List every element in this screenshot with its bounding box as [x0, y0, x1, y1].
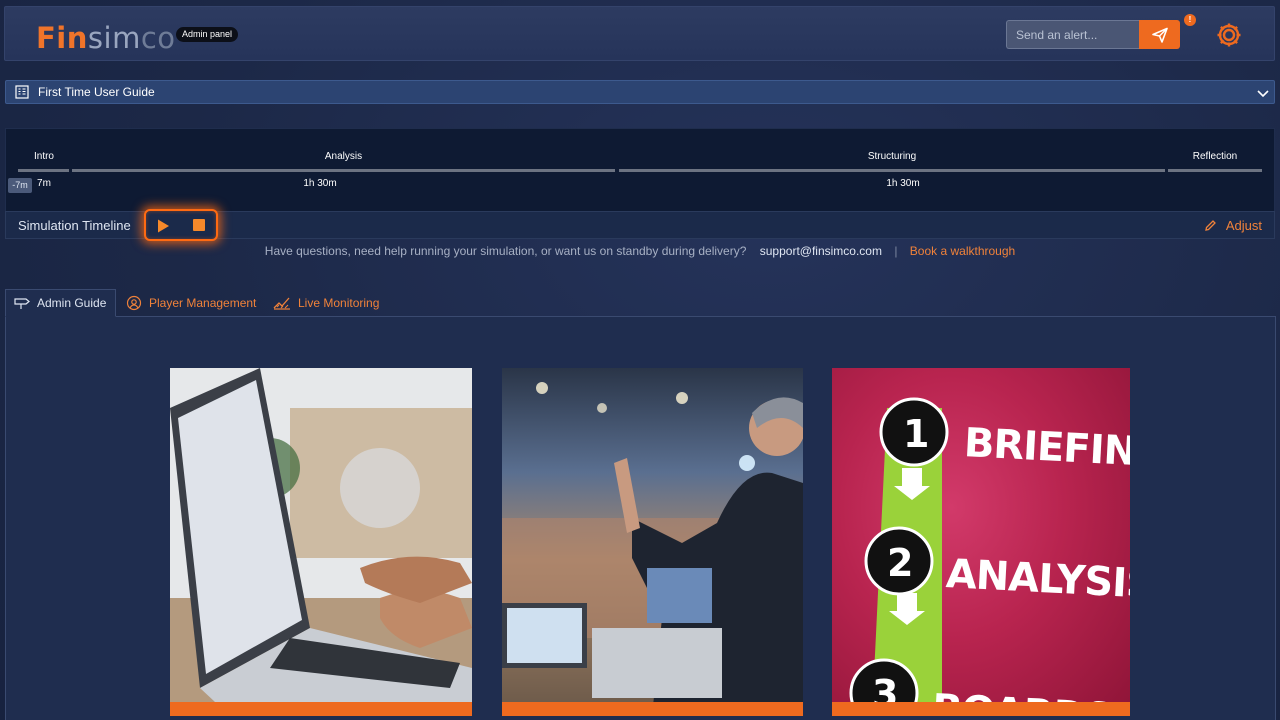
notification-badge[interactable]: !: [1184, 14, 1196, 26]
phase-duration-analysis: 1h 30m: [303, 178, 337, 189]
playback-controls: [144, 209, 218, 241]
logo-sim: sim: [87, 21, 141, 55]
tab-player-management-label: Player Management: [149, 296, 257, 310]
book-walkthrough-link[interactable]: Book a walkthrough: [910, 244, 1015, 258]
phase-label-structuring: Structuring: [867, 151, 917, 162]
help-text: Have questions, need help running your s…: [0, 244, 1280, 258]
user-gear-icon: [126, 295, 142, 311]
pencil-icon: [1205, 220, 1216, 231]
phase-duration-intro: 7m: [37, 178, 51, 189]
logo-co: co: [140, 21, 176, 55]
card-accent-bar: [832, 702, 1130, 716]
step-number-1: 1: [903, 412, 929, 456]
tab-player-management[interactable]: Player Management: [126, 289, 256, 317]
simulation-timeline-panel: Intro 7m Analysis 1h 30m Structuring 1h …: [5, 128, 1275, 212]
tab-admin-guide[interactable]: Admin Guide: [5, 289, 117, 317]
help-separator: |: [894, 244, 898, 258]
support-email-link[interactable]: support@finsimco.com: [760, 244, 882, 258]
phase-duration-structuring: 1h 30m: [886, 178, 920, 189]
user-guide-accordion[interactable]: First Time User Guide: [5, 80, 1275, 104]
stop-icon[interactable]: [193, 219, 205, 231]
simulation-control-bar: Simulation Timeline Adjust: [5, 209, 1275, 241]
guide-card-laptop[interactable]: [170, 368, 472, 716]
tab-live-monitoring[interactable]: Live Monitoring: [273, 289, 379, 317]
adjust-button[interactable]: Adjust: [1204, 218, 1262, 233]
send-icon: [1151, 27, 1168, 43]
monitoring-icon: [273, 297, 290, 310]
phase-bar-reflection: [1168, 169, 1262, 172]
app-header: Finsimco Admin panel !: [4, 6, 1275, 61]
gear-icon[interactable]: [1215, 21, 1243, 49]
phase-label-intro: Intro: [33, 151, 54, 162]
card-accent-bar: [502, 702, 803, 716]
play-icon[interactable]: [155, 218, 171, 234]
step-number-2: 2: [887, 541, 913, 585]
finsimco-logo[interactable]: Finsimco: [36, 23, 176, 53]
adjust-label: Adjust: [1225, 218, 1262, 233]
guide-card-steps[interactable]: 1 2 3 BRIEFING ANALYSIS BOARDS: [832, 368, 1130, 716]
presenter-photo: [502, 368, 803, 716]
chevron-down-icon[interactable]: [1256, 86, 1270, 100]
phase-bar-intro: [18, 169, 69, 172]
logo-fin: Fin: [36, 21, 88, 55]
laptop-photo: [170, 368, 472, 716]
admin-panel-badge: Admin panel: [176, 27, 239, 42]
phase-label-reflection: Reflection: [1192, 151, 1238, 162]
help-question: Have questions, need help running your s…: [264, 244, 747, 258]
send-alert-button[interactable]: [1139, 20, 1180, 49]
document-icon: [15, 85, 29, 99]
tab-live-monitoring-label: Live Monitoring: [298, 296, 380, 310]
time-offset-badge: -7m: [8, 178, 32, 193]
guide-title: First Time User Guide: [38, 85, 155, 99]
alert-form: [1006, 20, 1180, 49]
phase-label-analysis: Analysis: [324, 151, 363, 162]
alert-input[interactable]: [1006, 20, 1139, 49]
card-accent-bar: [170, 702, 472, 716]
phase-bar-analysis: [72, 169, 615, 172]
tab-admin-guide-label: Admin Guide: [37, 296, 107, 310]
signpost-icon: [14, 298, 30, 309]
phase-bar-structuring: [619, 169, 1165, 172]
simulation-timeline-label: Simulation Timeline: [18, 218, 131, 233]
guide-card-presenter[interactable]: [502, 368, 803, 716]
